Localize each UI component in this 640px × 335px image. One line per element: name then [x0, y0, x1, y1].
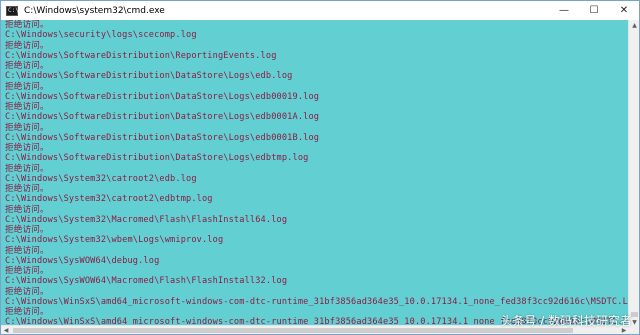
console-line: 拒绝访问。 [5, 266, 49, 276]
console-line: C:\Windows\System32\Macromed\Flash\Flash… [5, 214, 288, 225]
console-line: C:\Windows\security\logs\scecomp.log [5, 30, 197, 41]
console-line: 拒绝访问。 [5, 163, 49, 174]
scroll-left-arrow-icon[interactable]: ◀ [1, 326, 11, 334]
console-line: 拒绝访问。 [5, 143, 49, 153]
console-line: 拒绝访问。 [5, 204, 49, 215]
console-line: 拒绝访问。 [5, 122, 49, 133]
console-line: 拒绝访问。 [5, 225, 49, 235]
vertical-scrollbar[interactable]: ▲ ▼ [628, 20, 639, 327]
console-line: 拒绝访问。 [5, 81, 49, 92]
console-line: C:\Windows\System32\catroot2\edbtmp.log [5, 194, 213, 205]
console-line: C:\Windows\SoftwareDistribution\DataStor… [5, 132, 320, 143]
cmd-icon-glyph: C:\ [8, 6, 19, 14]
watermark: 头条号 / 数码科技研究者 [500, 314, 632, 328]
console-line: C:\Windows\SysWOW64\debug.log [5, 255, 160, 266]
console-line: C:\Windows\SoftwareDistribution\Reportin… [5, 50, 277, 61]
title-bar[interactable]: C:\ C:\Windows\system32\cmd.exe — ☐ ✕ [1, 1, 639, 20]
window-controls: — ☐ ✕ [549, 1, 639, 20]
console-line: C:\Windows\System32\wbem\Logs\wmiprov.lo… [5, 235, 224, 246]
console-line: 拒绝访问。 [5, 184, 49, 194]
close-button[interactable]: ✕ [609, 1, 639, 20]
console-line: 拒绝访问。 [5, 286, 49, 297]
console-line: C:\Windows\SoftwareDistribution\DataStor… [5, 112, 320, 123]
console-line: 拒绝访问。 [5, 102, 49, 112]
console-line: 拒绝访问。 [5, 61, 49, 71]
minimize-button[interactable]: — [549, 1, 579, 20]
console-line: C:\Windows\SoftwareDistribution\DataStor… [5, 153, 309, 164]
window-title: C:\Windows\system32\cmd.exe [24, 5, 165, 16]
cmd-icon[interactable]: C:\ [6, 5, 19, 16]
horizontal-scroll-thumb[interactable] [13, 328, 573, 333]
cmd-window: C:\ C:\Windows\system32\cmd.exe — ☐ ✕ 拒绝… [0, 0, 640, 335]
console-output[interactable]: 拒绝访问。 C:\Windows\security\logs\scecomp.lo… [1, 20, 629, 327]
console-line: 拒绝访问。 [5, 245, 49, 256]
console-line: C:\Windows\SoftwareDistribution\DataStor… [5, 91, 320, 102]
console-line: C:\Windows\WinSxS\amd64_microsoft-window… [5, 296, 629, 307]
console-line: 拒绝访问。 [5, 40, 49, 51]
console-line: C:\Windows\SysWOW64\Macromed\Flash\Flash… [5, 276, 288, 287]
console-line: 拒绝访问。 [5, 20, 49, 30]
console-line: C:\Windows\System32\catroot2\edb.log [5, 173, 197, 184]
maximize-button[interactable]: ☐ [579, 1, 609, 20]
scroll-up-arrow-icon[interactable]: ▲ [629, 20, 639, 30]
console-line: C:\Windows\SoftwareDistribution\DataStor… [5, 71, 293, 82]
